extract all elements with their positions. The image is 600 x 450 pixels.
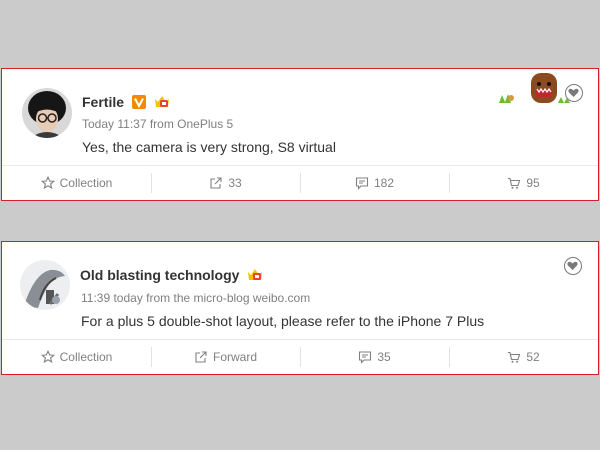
- username[interactable]: Fertile: [82, 94, 124, 110]
- username-row[interactable]: Old blasting technology: [80, 267, 263, 285]
- weibo-post-card: Old blasting technology 11:39 today from…: [1, 241, 599, 375]
- vip-crown-icon: [247, 268, 263, 285]
- follow-heart-icon[interactable]: [564, 257, 582, 275]
- follow-heart-icon[interactable]: [565, 84, 583, 102]
- star-icon: [40, 350, 55, 364]
- comment-button[interactable]: 35: [300, 340, 449, 374]
- action-bar: Collection 33 182 95: [2, 165, 598, 200]
- share-button[interactable]: 33: [151, 166, 300, 200]
- star-icon: [40, 176, 55, 190]
- collection-button[interactable]: Collection: [2, 340, 151, 374]
- share-icon: [195, 351, 207, 363]
- vip-crown-icon: [154, 95, 170, 112]
- post-content: Yes, the camera is very strong, S8 virtu…: [82, 139, 336, 155]
- share-icon: [210, 177, 222, 189]
- comment-count: 35: [377, 350, 391, 364]
- like-button[interactable]: 95: [449, 166, 598, 200]
- like-count: 95: [526, 176, 540, 190]
- like-icon: [508, 177, 521, 189]
- like-icon: [508, 351, 521, 363]
- forward-button[interactable]: Forward: [151, 340, 300, 374]
- avatar[interactable]: [22, 88, 72, 138]
- comment-button[interactable]: 182: [300, 166, 449, 200]
- like-button[interactable]: 52: [449, 340, 598, 374]
- post-meta: 11:39 today from the micro-blog weibo.co…: [81, 291, 311, 305]
- post-meta: Today 11:37 from OnePlus 5: [82, 117, 234, 131]
- username-row[interactable]: Fertile: [82, 94, 170, 112]
- v-verified-icon: [131, 95, 146, 112]
- weibo-post-card: Fertile Today 11:37 from OnePlus 5 Yes, …: [1, 68, 599, 201]
- comment-icon: [359, 351, 372, 364]
- post-content: For a plus 5 double-shot layout, please …: [81, 313, 485, 329]
- like-count: 52: [526, 350, 540, 364]
- action-bar: Collection Forward 35 52: [2, 339, 598, 374]
- username[interactable]: Old blasting technology: [80, 267, 239, 283]
- comment-count: 182: [373, 176, 395, 190]
- comment-icon: [355, 177, 369, 190]
- forward-label: Forward: [212, 350, 257, 364]
- avatar[interactable]: [20, 260, 70, 310]
- collection-label: Collection: [59, 176, 113, 190]
- collection-button[interactable]: Collection: [2, 166, 151, 200]
- collection-label: Collection: [59, 350, 113, 364]
- share-count: 33: [228, 176, 242, 190]
